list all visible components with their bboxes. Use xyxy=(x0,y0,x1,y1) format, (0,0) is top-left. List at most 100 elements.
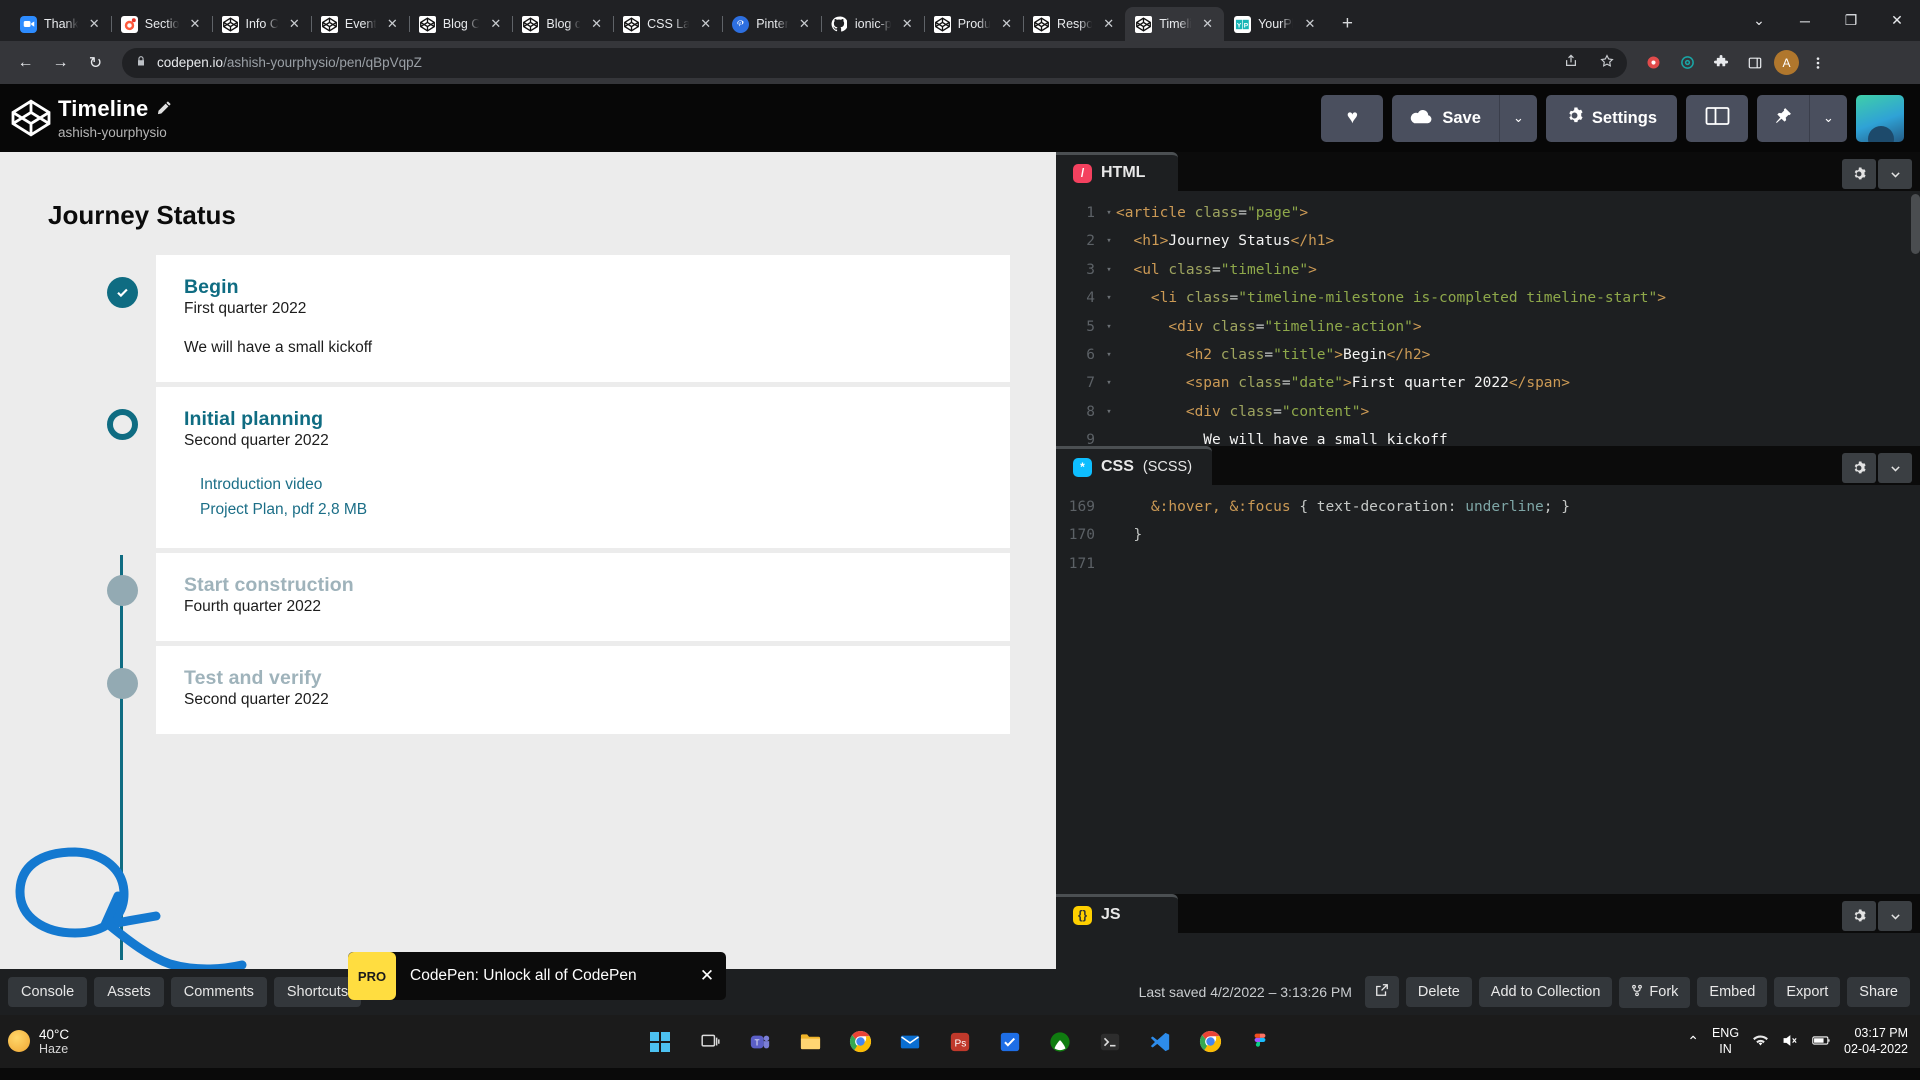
xbox-icon[interactable] xyxy=(1043,1025,1077,1059)
browser-tab[interactable]: ionic-p ✕ xyxy=(821,7,925,41)
milestone-link[interactable]: Project Plan, pdf 2,8 MB xyxy=(200,497,982,522)
mail-icon[interactable] xyxy=(893,1025,927,1059)
file-explorer-icon[interactable] xyxy=(793,1025,827,1059)
extension-circle-icon[interactable] xyxy=(1672,48,1702,78)
browser-tab[interactable]: Pinter ✕ xyxy=(722,7,822,41)
tab-css[interactable]: * CSS (SCSS) xyxy=(1056,446,1213,485)
tab-close-button[interactable]: ✕ xyxy=(187,16,204,33)
layout-toggle-button[interactable] xyxy=(1686,94,1748,142)
code-fold-icon[interactable]: ▾ xyxy=(1102,256,1116,284)
wifi-icon[interactable] xyxy=(1752,1033,1769,1051)
todo-icon[interactable] xyxy=(993,1025,1027,1059)
gear-icon[interactable] xyxy=(1842,159,1876,189)
delete-button[interactable]: Delete xyxy=(1405,977,1472,1007)
address-bar[interactable]: codepen.io/ashish-yourphysio/pen/qBpVqpZ xyxy=(122,47,1627,78)
tab-close-button[interactable]: ✕ xyxy=(796,16,813,33)
tab-close-button[interactable]: ✕ xyxy=(1199,16,1216,33)
embed-button[interactable]: Embed xyxy=(1697,977,1768,1007)
tab-close-button[interactable]: ✕ xyxy=(384,16,401,33)
chevron-down-icon[interactable] xyxy=(1878,159,1912,189)
open-external-button[interactable] xyxy=(1364,976,1399,1008)
weather-widget[interactable]: 40°C Haze xyxy=(8,1027,158,1057)
code-fold-icon[interactable]: ▾ xyxy=(1102,398,1116,426)
avatar[interactable]: A xyxy=(1774,50,1799,75)
assets-button[interactable]: Assets xyxy=(94,977,164,1007)
tab-close-button[interactable]: ✕ xyxy=(1301,16,1318,33)
user-avatar[interactable] xyxy=(1856,94,1904,142)
minimize-button[interactable]: ─ xyxy=(1782,0,1828,41)
fork-button[interactable]: Fork xyxy=(1619,976,1691,1008)
browser-tab[interactable]: Blog C ✕ xyxy=(409,7,514,41)
chrome-active-icon[interactable] xyxy=(1193,1025,1227,1059)
volume-mute-icon[interactable] xyxy=(1782,1033,1799,1051)
forward-button[interactable]: → xyxy=(45,47,76,78)
console-button[interactable]: Console xyxy=(8,977,88,1007)
browser-tab[interactable]: YP YourPl ✕ xyxy=(1224,7,1326,41)
milestone-link[interactable]: Introduction video xyxy=(200,472,982,497)
comments-button[interactable]: Comments xyxy=(170,977,267,1007)
save-options-caret-icon[interactable]: ⌄ xyxy=(1498,94,1537,142)
add-to-collection-button[interactable]: Add to Collection xyxy=(1478,977,1613,1007)
chrome-icon[interactable] xyxy=(843,1025,877,1059)
battery-icon[interactable] xyxy=(1812,1034,1831,1050)
reload-button[interactable]: ↻ xyxy=(80,47,111,78)
tab-search-caret-icon[interactable]: ⌄ xyxy=(1736,0,1782,41)
figma-icon[interactable] xyxy=(1243,1025,1277,1059)
tab-html[interactable]: / HTML xyxy=(1056,152,1178,191)
chevron-down-icon[interactable] xyxy=(1878,453,1912,483)
editor-scrollbar[interactable] xyxy=(1911,194,1920,254)
chrome-menu-icon[interactable] xyxy=(1803,48,1833,78)
code-fold-icon[interactable]: ▾ xyxy=(1102,227,1116,255)
start-windows-icon[interactable] xyxy=(643,1025,677,1059)
browser-tab[interactable]: Respo ✕ xyxy=(1023,7,1127,41)
teams-icon[interactable]: T xyxy=(743,1025,777,1059)
tab-close-button[interactable]: ✕ xyxy=(697,16,714,33)
tab-js[interactable]: {} JS xyxy=(1056,894,1178,933)
photoshop-icon[interactable]: Ps xyxy=(943,1025,977,1059)
code-fold-icon[interactable]: ▾ xyxy=(1102,199,1116,227)
chevron-down-icon[interactable] xyxy=(1878,901,1912,931)
pencil-icon[interactable] xyxy=(157,100,172,118)
gear-icon[interactable] xyxy=(1842,901,1876,931)
pin-options-caret-icon[interactable]: ⌄ xyxy=(1809,94,1847,142)
tray-expand-caret-icon[interactable]: ⌃ xyxy=(1687,1033,1699,1050)
browser-tab[interactable]: Produ ✕ xyxy=(924,7,1025,41)
terminal-icon[interactable] xyxy=(1093,1025,1127,1059)
pin-button[interactable] xyxy=(1757,94,1809,142)
love-button[interactable]: ♥ xyxy=(1321,94,1384,142)
codepen-logo-icon[interactable] xyxy=(8,95,54,141)
close-icon[interactable]: ✕ xyxy=(696,966,718,986)
js-code-area[interactable] xyxy=(1056,933,1920,969)
browser-tab[interactable]: CSS La ✕ xyxy=(613,7,724,41)
clock[interactable]: 03:17 PM 02-04-2022 xyxy=(1844,1026,1908,1057)
extension-icon[interactable] xyxy=(1638,48,1668,78)
browser-tab-active[interactable]: Timeli ✕ xyxy=(1125,7,1225,41)
code-fold-icon[interactable]: ▾ xyxy=(1102,341,1116,369)
vscode-icon[interactable] xyxy=(1143,1025,1177,1059)
browser-tab[interactable]: Info C ✕ xyxy=(212,7,312,41)
gear-icon[interactable] xyxy=(1842,453,1876,483)
share-icon[interactable] xyxy=(1564,54,1578,71)
tab-close-button[interactable]: ✕ xyxy=(1100,16,1117,33)
tab-close-button[interactable]: ✕ xyxy=(286,16,303,33)
tab-close-button[interactable]: ✕ xyxy=(588,16,605,33)
css-code-area[interactable]: 169 &:hover, &:focus { text-decoration: … xyxy=(1056,485,1920,570)
maximize-button[interactable]: ❐ xyxy=(1828,0,1874,41)
extensions-puzzle-icon[interactable] xyxy=(1706,48,1736,78)
tab-close-button[interactable]: ✕ xyxy=(998,16,1015,33)
bookmark-star-icon[interactable] xyxy=(1600,54,1614,71)
browser-tab[interactable]: Sectio ✕ xyxy=(111,7,213,41)
browser-tab[interactable]: Blog c ✕ xyxy=(512,7,615,41)
share-button[interactable]: Share xyxy=(1847,977,1910,1007)
reading-list-icon[interactable] xyxy=(1740,48,1770,78)
code-fold-icon[interactable]: ▾ xyxy=(1102,284,1116,312)
code-fold-icon[interactable]: ▾ xyxy=(1102,313,1116,341)
browser-tab[interactable]: Thank ✕ xyxy=(10,7,112,41)
settings-button[interactable]: Settings xyxy=(1545,94,1677,142)
code-fold-icon[interactable]: ▾ xyxy=(1102,369,1116,397)
browser-tab[interactable]: Event ✕ xyxy=(311,7,410,41)
tab-close-button[interactable]: ✕ xyxy=(899,16,916,33)
tab-close-button[interactable]: ✕ xyxy=(487,16,504,33)
export-button[interactable]: Export xyxy=(1774,977,1841,1007)
back-button[interactable]: ← xyxy=(10,47,41,78)
